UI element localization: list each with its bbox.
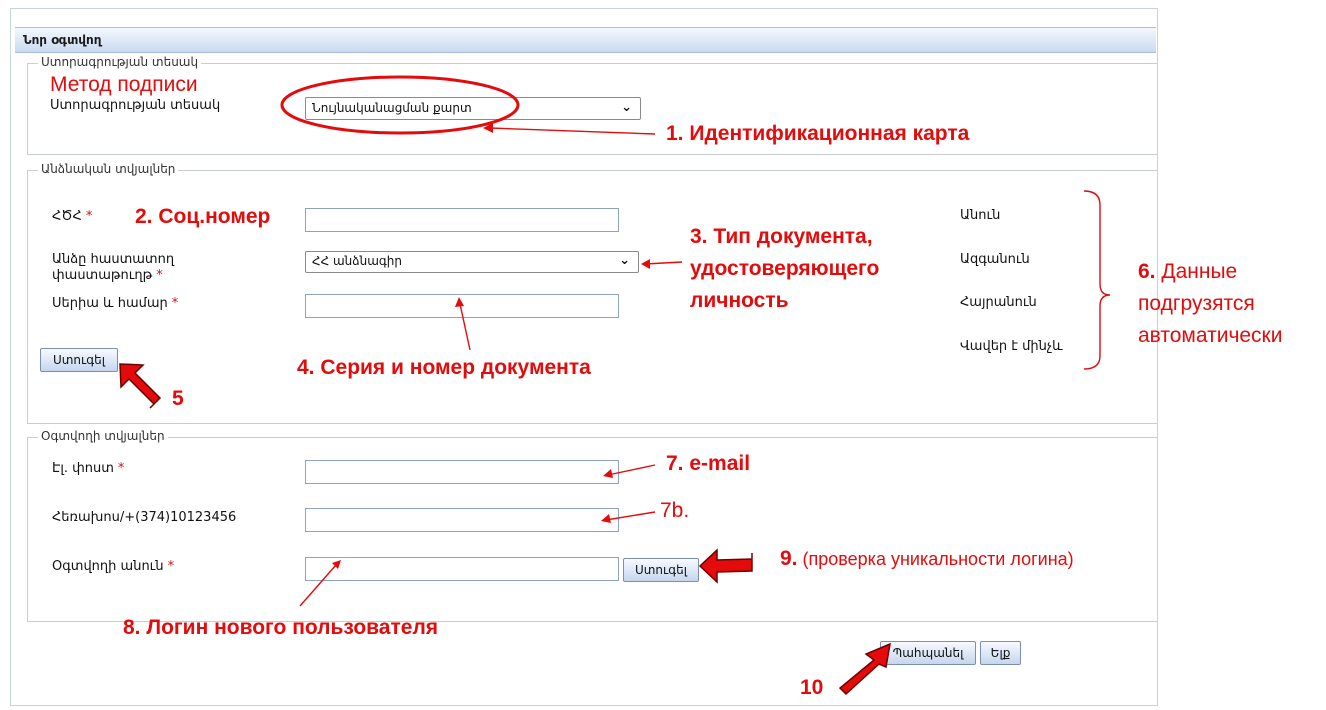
- window-titlebar: Նոր օգտվող: [15, 27, 1156, 53]
- signature-type-value: Նույնականացման քարտ: [312, 101, 472, 115]
- personal-legend: Անձնական տվյալներ: [38, 162, 179, 176]
- check-username-button[interactable]: Ստուգել: [623, 558, 699, 582]
- chevron-down-icon: ⌄: [619, 253, 630, 268]
- patronymic-field: Հայրանուն: [960, 295, 1037, 310]
- annotation-7: 7. e-mail: [666, 452, 751, 475]
- signature-legend: Ստորագրության տեսակ: [38, 55, 202, 69]
- annotation-2: 2. Соц.номер: [135, 205, 271, 228]
- ssn-input[interactable]: [305, 208, 619, 232]
- check-document-button[interactable]: Ստուգել: [40, 348, 118, 372]
- email-input[interactable]: [305, 460, 619, 484]
- annotation-7b: 7b.: [660, 499, 690, 522]
- signature-type-select[interactable]: Նույնականացման քարտ ⌄: [305, 97, 641, 120]
- annotation-4: 4. Серия и номер документа: [297, 356, 591, 379]
- phone-label: Հեռախոս/+(374)10123456: [52, 510, 237, 525]
- ssn-label: ՀԾՀ *: [52, 209, 93, 224]
- phone-input[interactable]: [305, 508, 619, 532]
- annotation-8: 8. Логин нового пользователя: [123, 616, 439, 639]
- valid-until-field: Վավեր է մինչև: [960, 339, 1063, 354]
- annotation-1: 1. Идентификационная карта: [666, 122, 970, 145]
- username-label: Օգտվողի անուն *: [52, 559, 175, 574]
- required-mark: *: [85, 209, 93, 224]
- doc-type-value: ՀՀ անձնագիր: [312, 254, 402, 268]
- username-input[interactable]: [305, 557, 619, 581]
- annotation-5: 5: [172, 387, 184, 410]
- save-button[interactable]: Պահպանել: [880, 641, 976, 665]
- serial-number-input[interactable]: [305, 294, 619, 318]
- signature-type-label: Ստորագրության տեսակ: [50, 98, 221, 113]
- first-name-field: Անուն: [960, 208, 1001, 223]
- annotation-10: 10: [800, 676, 824, 699]
- user-legend: Օգտվողի տվյալներ: [38, 429, 168, 443]
- annotation-signature-method: Метод подписи: [50, 73, 198, 96]
- exit-button[interactable]: Ելք: [980, 641, 1021, 665]
- serial-number-label: Սերիա և համար *: [52, 296, 179, 311]
- doc-type-label: Անձը հաստատող փաստաթուղթ *: [52, 252, 175, 283]
- email-label: Էլ. փոստ *: [52, 461, 125, 476]
- chevron-down-icon: ⌄: [621, 100, 632, 115]
- doc-type-select[interactable]: ՀՀ անձնագիր ⌄: [305, 251, 639, 273]
- annotation-9: 9. (проверка уникальности логина): [780, 547, 1074, 570]
- annotation-3: 3. Тип документа, удостоверяющего личнос…: [690, 225, 880, 312]
- annotation-6: 6. Данные подгрузятся автоматически: [1138, 260, 1283, 347]
- window-title: Նոր օգտվող: [23, 33, 102, 47]
- last-name-field: Ազգանուն: [960, 252, 1030, 267]
